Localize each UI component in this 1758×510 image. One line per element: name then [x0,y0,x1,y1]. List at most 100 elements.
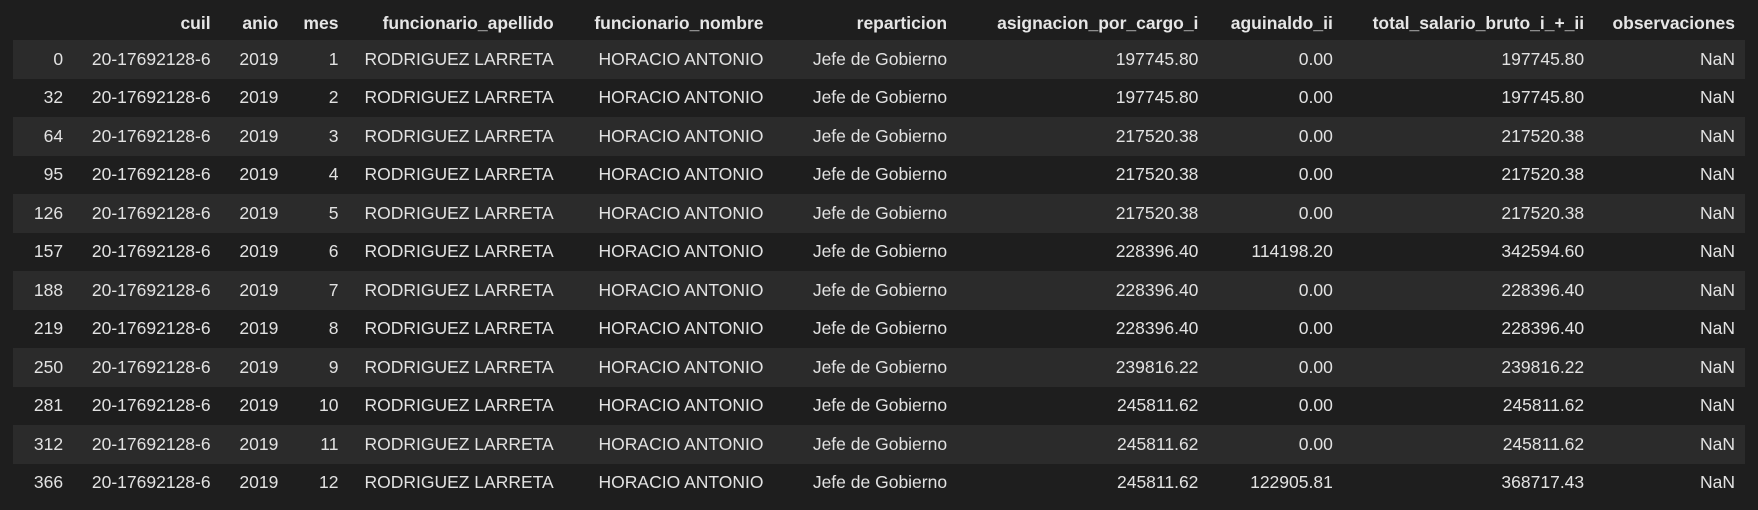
index-header [13,7,73,40]
total-salario-cell: 245811.62 [1502,395,1585,416]
row-index: 0 [53,48,64,69]
row-index: 157 [33,241,64,262]
nombre-cell: HORACIO ANTONIO [598,433,764,454]
cuil-cell: 20-17692128-6 [91,318,211,339]
mes-cell: 7 [328,279,339,300]
aguinaldo-cell: 114198.20 [1251,241,1333,262]
apellido-cell: RODRIGUEZ LARRETA [364,87,554,108]
table-row: 32 20-17692128-6 2019 2 RODRIGUEZ LARRETA HOR… [13,78,1745,117]
observaciones-cell: NaN [1699,356,1735,377]
mes-cell: 4 [328,164,339,185]
reparticion-cell: Jefe de Gobierno [812,48,948,69]
cuil-cell: 20-17692128-6 [91,433,211,454]
asignacion-cell: 245811.62 [1116,433,1199,454]
table-row: 219 20-17692128-6 2019 8 RODRIGUEZ LARRETA HO… [13,309,1745,348]
row-index: 95 [43,164,64,185]
aguinaldo-cell: 122905.81 [1250,472,1333,493]
cuil-cell: 20-17692128-6 [91,472,211,493]
anio-cell: 2019 [239,164,279,185]
table-row: 126 20-17692128-6 2019 5 RODRIGUEZ LARRETA HO… [13,194,1745,233]
mes-cell: 8 [328,318,339,339]
table-row: 157 20-17692128-6 2019 6 RODRIGUEZ LARRETA HO… [13,232,1745,271]
anio-cell: 2019 [239,125,279,146]
row-index: 188 [33,279,64,300]
observaciones-cell: NaN [1699,202,1735,223]
observaciones-cell: NaN [1699,164,1735,185]
cuil-cell: 20-17692128-6 [91,87,211,108]
aguinaldo-cell: 0.00 [1298,279,1333,300]
apellido-cell: RODRIGUEZ LARRETA [364,356,554,377]
row-index: 219 [33,318,64,339]
nombre-cell: HORACIO ANTONIO [598,48,764,69]
aguinaldo-header: aguinaldo_ii [1230,13,1333,33]
total-salario-cell: 368717.43 [1501,472,1585,493]
nombre-cell: HORACIO ANTONIO [598,472,764,493]
reparticion-cell: Jefe de Gobierno [812,87,948,108]
reparticion-cell: Jefe de Gobierno [812,433,948,454]
apellido-cell: RODRIGUEZ LARRETA [364,433,554,454]
total-salario-cell: 217520.38 [1501,202,1585,223]
nombre-cell: HORACIO ANTONIO [598,279,764,300]
reparticion-cell: Jefe de Gobierno [812,202,948,223]
total-salario-cell: 245811.62 [1502,433,1585,454]
total-salario-cell: 197745.80 [1501,48,1585,69]
anio-cell: 2019 [239,279,279,300]
funcionario-nombre-header: funcionario_nombre [594,13,764,33]
apellido-cell: RODRIGUEZ LARRETA [364,125,554,146]
dataframe-table: cuil anio mes funcionario_apellido funcionar… [13,7,1745,502]
mes-cell: 3 [328,125,339,146]
total-salario-cell: 217520.38 [1501,164,1585,185]
cuil-cell: 20-17692128-6 [91,125,211,146]
asignacion-cell: 217520.38 [1115,202,1199,223]
asignacion-cell: 245811.62 [1116,472,1199,493]
asignacion-cell: 228396.40 [1115,279,1199,300]
anio-cell: 2019 [239,472,279,493]
row-index: 281 [33,395,64,416]
observaciones-cell: NaN [1699,395,1735,416]
aguinaldo-cell: 0.00 [1298,48,1333,69]
mes-cell: 12 [318,472,339,493]
cuil-cell: 20-17692128-6 [91,48,211,69]
asignacion-cell: 228396.40 [1115,318,1199,339]
aguinaldo-cell: 0.00 [1298,318,1333,339]
asignacion-cell: 228396.40 [1115,241,1199,262]
cuil-cell: 20-17692128-6 [91,395,211,416]
cuil-cell: 20-17692128-6 [91,241,211,262]
reparticion-cell: Jefe de Gobierno [812,164,948,185]
total-salario-cell: 228396.40 [1501,318,1585,339]
anio-cell: 2019 [239,356,279,377]
asignacion-cell: 217520.38 [1115,164,1199,185]
observaciones-cell: NaN [1699,472,1735,493]
apellido-cell: RODRIGUEZ LARRETA [364,318,554,339]
mes-cell: 2 [328,87,339,108]
total-salario-cell: 342594.60 [1501,241,1585,262]
aguinaldo-cell: 0.00 [1298,433,1333,454]
table-body: 0 20-17692128-6 2019 1 RODRIGUEZ LARRETA HORA… [13,40,1745,502]
table-row: 95 20-17692128-6 2019 4 RODRIGUEZ LARRETA HOR… [13,155,1745,194]
apellido-cell: RODRIGUEZ LARRETA [364,241,554,262]
asignacion-por-cargo-header: asignacion_por_cargo_i [997,13,1199,33]
aguinaldo-cell: 0.00 [1298,164,1333,185]
apellido-cell: RODRIGUEZ LARRETA [364,164,554,185]
header-row: cuil anio mes funcionario_apellido funcionar… [13,7,1745,40]
cuil-cell: 20-17692128-6 [91,164,211,185]
observaciones-cell: NaN [1699,87,1735,108]
nombre-cell: HORACIO ANTONIO [598,87,764,108]
observaciones-cell: NaN [1699,48,1735,69]
table-row: 281 20-17692128-6 2019 10 RODRIGUEZ LARRETA H… [13,386,1745,425]
apellido-cell: RODRIGUEZ LARRETA [364,395,554,416]
aguinaldo-cell: 0.00 [1298,87,1333,108]
table-row: 188 20-17692128-6 2019 7 RODRIGUEZ LARRETA HO… [13,271,1745,310]
asignacion-cell: 217520.38 [1115,125,1199,146]
asignacion-cell: 197745.80 [1115,48,1199,69]
table-row: 0 20-17692128-6 2019 1 RODRIGUEZ LARRETA HORA… [13,40,1745,79]
reparticion-cell: Jefe de Gobierno [812,279,948,300]
observaciones-cell: NaN [1699,125,1735,146]
mes-header: mes [303,13,339,33]
observaciones-header: observaciones [1612,13,1735,33]
reparticion-header: reparticion [856,13,948,33]
nombre-cell: HORACIO ANTONIO [598,125,764,146]
total-salario-cell: 197745.80 [1501,87,1585,108]
anio-cell: 2019 [239,87,279,108]
nombre-cell: HORACIO ANTONIO [598,164,764,185]
